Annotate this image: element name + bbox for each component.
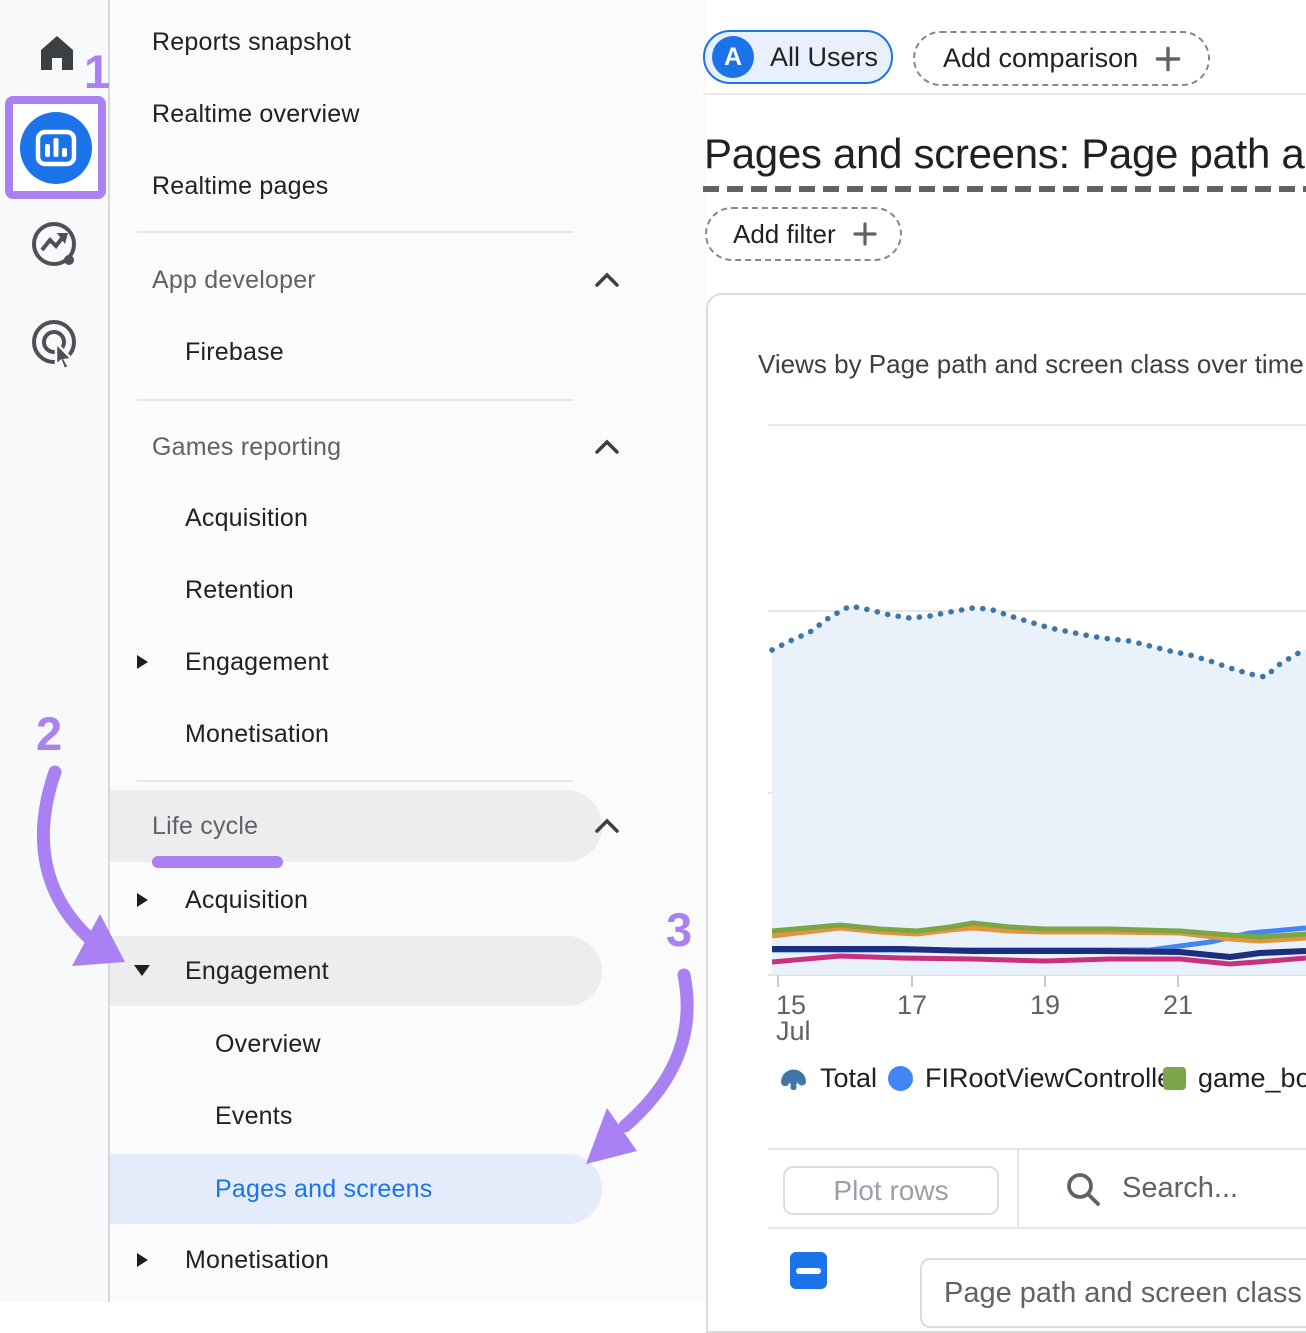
- select-all-checkbox[interactable]: [790, 1252, 827, 1289]
- series-layer: [772, 606, 1306, 975]
- square-swatch-icon: [1163, 1067, 1186, 1090]
- nav-divider: [137, 780, 573, 782]
- x-tick-label: 21: [1163, 990, 1193, 1021]
- ga4-app: Reports snapshot Realtime overview Realt…: [0, 0, 1306, 1302]
- search-icon[interactable]: [1062, 1168, 1104, 1210]
- nav-item-events[interactable]: Events: [215, 1080, 293, 1152]
- nav-item-acquisition-lifecycle[interactable]: Acquisition: [185, 864, 308, 936]
- line-chart[interactable]: [706, 293, 1306, 1302]
- all-users-chip[interactable]: A All Users: [703, 30, 893, 84]
- nav-item-engagement-games[interactable]: Engagement: [185, 626, 329, 698]
- plus-icon: [850, 219, 880, 249]
- nav-item-monetisation-lifecycle[interactable]: Monetisation: [185, 1224, 329, 1296]
- engagement-hover-pill: [110, 936, 602, 1006]
- nav-item-acquisition-games[interactable]: Acquisition: [185, 482, 308, 554]
- nav-item-realtime-overview[interactable]: Realtime overview: [152, 78, 360, 150]
- app-rail: [0, 0, 110, 1302]
- toolbar-vertical-divider: [1017, 1150, 1019, 1227]
- audience-label: All Users: [770, 42, 878, 73]
- add-filter-button[interactable]: Add filter: [705, 207, 902, 261]
- expand-arrow-icon[interactable]: [137, 1253, 148, 1267]
- step-number-3: 3: [666, 902, 692, 957]
- expand-arrow-icon[interactable]: [137, 893, 148, 907]
- legend-item-game-board[interactable]: game_board: [1163, 1063, 1306, 1094]
- total-area-fill: [772, 606, 1306, 975]
- explore-icon[interactable]: [30, 220, 80, 270]
- legend-item-total[interactable]: Total: [778, 1063, 877, 1094]
- audience-avatar: A: [712, 36, 754, 78]
- step-number-1: 1: [84, 44, 110, 99]
- plot-rows-button[interactable]: Plot rows: [783, 1166, 999, 1215]
- nav-section-life-cycle[interactable]: Life cycle: [152, 790, 258, 862]
- nav-divider: [137, 399, 573, 401]
- x-tick-label: 17: [897, 990, 927, 1021]
- x-tick-label: 19: [1030, 990, 1060, 1021]
- nav-section-games-reporting[interactable]: Games reporting: [152, 411, 341, 483]
- report-nav: Reports snapshot Realtime overview Realt…: [110, 0, 706, 1302]
- nav-item-overview[interactable]: Overview: [215, 1008, 321, 1080]
- toolbar-divider: [768, 1148, 1306, 1150]
- advertising-icon[interactable]: [30, 318, 82, 370]
- page-title: Pages and screens: Page path and screen …: [704, 130, 1306, 178]
- expand-arrow-icon[interactable]: [137, 655, 148, 669]
- add-comparison-button[interactable]: Add comparison: [913, 31, 1210, 86]
- total-swatch-icon: [778, 1064, 808, 1094]
- nav-item-pages-and-screens[interactable]: Pages and screens: [215, 1154, 432, 1224]
- header-divider: [703, 93, 1306, 95]
- nav-item-realtime-pages[interactable]: Realtime pages: [152, 150, 329, 222]
- chevron-up-icon[interactable]: [594, 439, 620, 455]
- indeterminate-minus-icon: [796, 1268, 821, 1274]
- legend-item-firootviewcontroller[interactable]: FIRootViewController: [888, 1063, 1181, 1094]
- circle-swatch-icon: [888, 1066, 913, 1091]
- home-icon[interactable]: [33, 28, 81, 76]
- table-divider: [768, 1227, 1306, 1229]
- title-dashed-underline: [703, 186, 1306, 192]
- nav-item-monetisation-games[interactable]: Monetisation: [185, 698, 329, 770]
- nav-section-app-developer[interactable]: App developer: [152, 244, 316, 316]
- search-input[interactable]: Search...: [1122, 1172, 1238, 1205]
- collapse-arrow-icon[interactable]: [134, 965, 150, 976]
- nav-item-reports-snapshot[interactable]: Reports snapshot: [152, 6, 351, 78]
- step1-highlight-box: [5, 96, 106, 199]
- reports-icon[interactable]: [18, 110, 94, 186]
- x-month-label: Jul: [776, 1016, 811, 1047]
- nav-divider: [137, 231, 573, 233]
- plus-icon: [1152, 43, 1184, 75]
- nav-item-firebase[interactable]: Firebase: [185, 316, 284, 388]
- chevron-up-icon[interactable]: [594, 818, 620, 834]
- nav-item-engagement-lifecycle[interactable]: Engagement: [185, 936, 329, 1006]
- column-header-page-path[interactable]: Page path and screen class: [920, 1258, 1306, 1328]
- step-number-2: 2: [36, 706, 62, 761]
- chevron-up-icon[interactable]: [594, 272, 620, 288]
- nav-item-retention[interactable]: Retention: [185, 554, 294, 626]
